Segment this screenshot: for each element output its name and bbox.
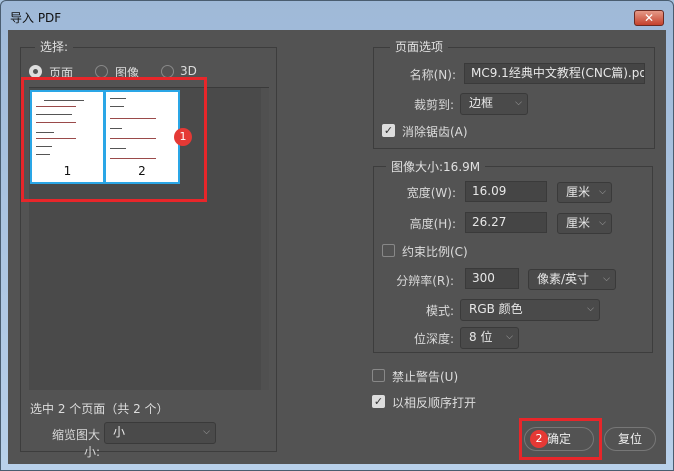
- chevron-down-icon: ⌵: [599, 187, 606, 197]
- thumb-size-select[interactable]: 小 ⌵: [104, 422, 216, 444]
- checkbox-label: 消除锯齿(A): [402, 125, 468, 139]
- suppress-warnings-checkbox[interactable]: 禁止警告(U): [372, 368, 492, 384]
- mode-label: 模式:: [425, 304, 454, 318]
- width-label: 宽度(W):: [406, 186, 456, 200]
- crop-select[interactable]: 边框 ⌵: [460, 93, 528, 115]
- select-value: 厘米: [566, 185, 591, 199]
- select-value: 小: [113, 425, 126, 439]
- depth-label: 位深度:: [413, 332, 454, 346]
- close-button[interactable]: ✕: [634, 10, 664, 26]
- height-label: 高度(H):: [409, 217, 456, 231]
- checkbox-icon: [382, 244, 395, 257]
- select-value: 厘米: [566, 216, 591, 230]
- annotation-badge: 2: [530, 430, 548, 448]
- selection-status: 选中 2 个页面（共 2 个）: [30, 402, 169, 416]
- name-input[interactable]: MC9.1经典中文教程(CNC篇).pdf: [464, 63, 645, 84]
- dialog-title: 导入 PDF: [10, 11, 62, 25]
- checkmark-icon: ✓: [382, 124, 395, 137]
- scrollbar[interactable]: [261, 88, 269, 390]
- resolution-unit-select[interactable]: 像素/英寸 ⌵: [528, 269, 616, 290]
- checkbox-label: 约束比例(C): [402, 245, 468, 259]
- chevron-down-icon: ⌵: [506, 332, 513, 342]
- checkbox-icon: [372, 369, 385, 382]
- width-input[interactable]: 16.09: [465, 181, 547, 202]
- chevron-down-icon: ⌵: [515, 98, 522, 108]
- mode-select[interactable]: RGB 颜色 ⌵: [460, 299, 600, 321]
- resolution-label: 分辨率(R):: [396, 274, 454, 288]
- checkmark-icon: ✓: [372, 395, 385, 408]
- chevron-down-icon: ⌵: [599, 218, 606, 228]
- resolution-input[interactable]: 300: [465, 268, 519, 289]
- height-input[interactable]: 26.27: [465, 212, 547, 233]
- thumb-size-label: 缩览图大小:: [51, 428, 100, 459]
- checkbox-label: 以相反顺序打开: [392, 396, 477, 410]
- antialias-checkbox[interactable]: ✓ 消除锯齿(A): [382, 123, 502, 139]
- height-unit-select[interactable]: 厘米 ⌵: [557, 213, 612, 234]
- reverse-order-checkbox[interactable]: ✓ 以相反顺序打开: [372, 394, 512, 410]
- select-value: 边框: [469, 96, 494, 110]
- chevron-down-icon: ⌵: [603, 274, 610, 284]
- image-size-label: 图像大小:16.9M: [386, 158, 486, 175]
- page-options-label: 页面选项: [390, 38, 449, 55]
- reset-button[interactable]: 复位: [604, 427, 656, 451]
- depth-select[interactable]: 8 位 ⌵: [460, 327, 519, 349]
- select-value: 像素/英寸: [537, 272, 590, 286]
- select-group-label: 选择:: [35, 38, 74, 55]
- width-unit-select[interactable]: 厘米 ⌵: [557, 182, 612, 203]
- constrain-checkbox[interactable]: 约束比例(C): [382, 243, 502, 259]
- checkbox-label: 禁止警告(U): [392, 370, 459, 384]
- crop-label: 裁剪到:: [413, 98, 454, 112]
- chevron-down-icon: ⌵: [203, 427, 210, 437]
- select-value: RGB 颜色: [469, 302, 523, 316]
- chevron-down-icon: ⌵: [587, 304, 594, 314]
- annotation-badge: 1: [174, 128, 192, 146]
- select-value: 8 位: [469, 330, 493, 344]
- name-label: 名称(N):: [409, 68, 456, 82]
- radio-label: 3D: [180, 64, 197, 78]
